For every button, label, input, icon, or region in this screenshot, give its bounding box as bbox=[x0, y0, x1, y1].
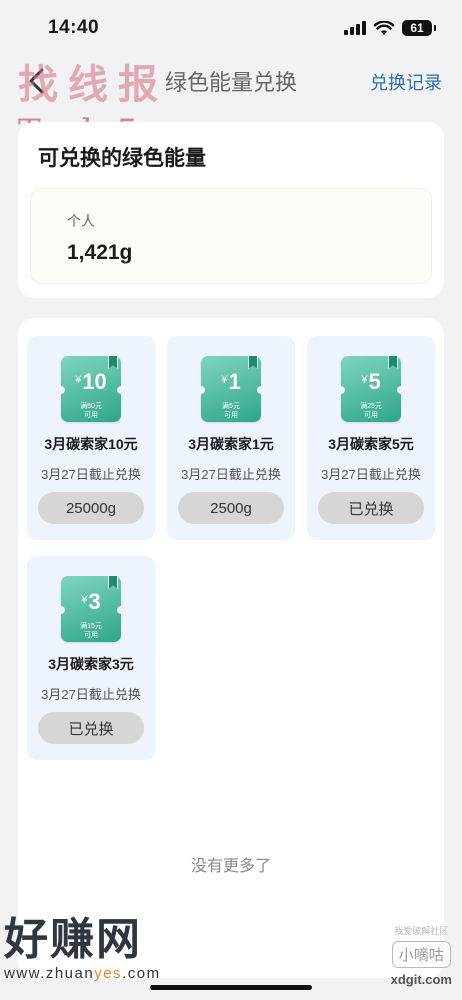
energy-label: 个人 bbox=[67, 213, 95, 229]
coupon-condition: 满25元 bbox=[360, 403, 382, 410]
yen-symbol: ¥ bbox=[75, 374, 82, 386]
coupon-ticket: ¥3 满15元 可用 bbox=[57, 575, 125, 642]
coupon-usable: 可用 bbox=[84, 412, 98, 419]
coupon-name: 3月碳索家3元 bbox=[48, 656, 134, 672]
redeemed-button[interactable]: 已兑换 bbox=[38, 712, 144, 744]
bookmark-icon bbox=[108, 355, 118, 369]
back-chevron-icon[interactable] bbox=[26, 68, 48, 94]
coupon-amount: 10 bbox=[82, 369, 107, 394]
coupon-deadline: 3月27日截止兑换 bbox=[41, 687, 141, 702]
yen-symbol: ¥ bbox=[81, 594, 88, 606]
bookmark-icon bbox=[388, 355, 398, 369]
coupon-amount: 1 bbox=[228, 369, 241, 394]
coupon-ticket: ¥1 满5元 可用 bbox=[197, 355, 265, 422]
status-bar: 14:40 61 bbox=[0, 0, 462, 56]
cellular-signal-icon bbox=[344, 21, 366, 35]
energy-title: 可兑换的绿色能量 bbox=[38, 147, 206, 170]
bookmark-icon bbox=[108, 575, 118, 589]
coupon-usable: 可用 bbox=[364, 412, 378, 419]
exchange-record-link[interactable]: 兑换记录 bbox=[370, 69, 442, 95]
energy-card: 可兑换的绿色能量 个人 1,421g bbox=[18, 122, 444, 298]
coupon-card-1[interactable]: ¥1 满5元 可用 3月碳索家1元 3月27日截止兑换 2500g bbox=[167, 336, 295, 540]
coupon-name: 3月碳索家1元 bbox=[188, 436, 274, 452]
coupon-ticket: ¥10 满50元 可用 bbox=[57, 355, 125, 422]
coupon-usable: 可用 bbox=[224, 412, 238, 419]
energy-value: 1,421g bbox=[67, 241, 133, 264]
coupon-condition: 满15元 bbox=[80, 623, 102, 630]
home-indicator bbox=[150, 985, 312, 990]
no-more-text: 没有更多了 bbox=[190, 858, 271, 875]
page-title: 绿色能量兑换 bbox=[164, 70, 297, 95]
coupon-name: 3月碳索家5元 bbox=[328, 436, 414, 452]
battery-icon: 61 bbox=[402, 20, 436, 36]
coupon-usable: 可用 bbox=[84, 632, 98, 639]
coupon-amount: 3 bbox=[88, 589, 101, 614]
wifi-icon bbox=[374, 20, 394, 35]
yen-symbol: ¥ bbox=[361, 374, 368, 386]
nav-bar: 绿色能量兑换 兑换记录 bbox=[0, 56, 462, 106]
status-icons: 61 bbox=[344, 20, 436, 36]
coupon-condition: 满50元 bbox=[80, 403, 102, 410]
coupon-ticket: ¥5 满25元 可用 bbox=[337, 355, 405, 422]
coupon-card-5[interactable]: ¥5 满25元 可用 3月碳索家5元 3月27日截止兑换 已兑换 bbox=[307, 336, 435, 540]
coupon-card-10[interactable]: ¥10 满50元 可用 3月碳索家10元 3月27日截止兑换 25000g bbox=[27, 336, 155, 540]
redeem-button[interactable]: 2500g bbox=[178, 492, 284, 524]
coupon-card-3[interactable]: ¥3 满15元 可用 3月碳索家3元 3月27日截止兑换 已兑换 bbox=[27, 556, 155, 760]
yen-symbol: ¥ bbox=[221, 374, 228, 386]
energy-box: 个人 1,421g bbox=[30, 188, 432, 284]
coupon-name: 3月碳索家10元 bbox=[44, 436, 138, 452]
coupon-condition: 满5元 bbox=[222, 403, 240, 410]
bookmark-icon bbox=[248, 355, 258, 369]
redeem-button[interactable]: 25000g bbox=[38, 492, 144, 524]
redeemed-button[interactable]: 已兑换 bbox=[318, 492, 424, 524]
coupon-deadline: 3月27日截止兑换 bbox=[321, 467, 421, 482]
coupon-list-card: ¥10 满50元 可用 3月碳索家10元 3月27日截止兑换 25000g ¥1… bbox=[18, 318, 444, 978]
status-time: 14:40 bbox=[48, 17, 100, 38]
coupon-deadline: 3月27日截止兑换 bbox=[181, 467, 281, 482]
coupon-deadline: 3月27日截止兑换 bbox=[41, 467, 141, 482]
coupon-amount: 5 bbox=[368, 369, 381, 394]
